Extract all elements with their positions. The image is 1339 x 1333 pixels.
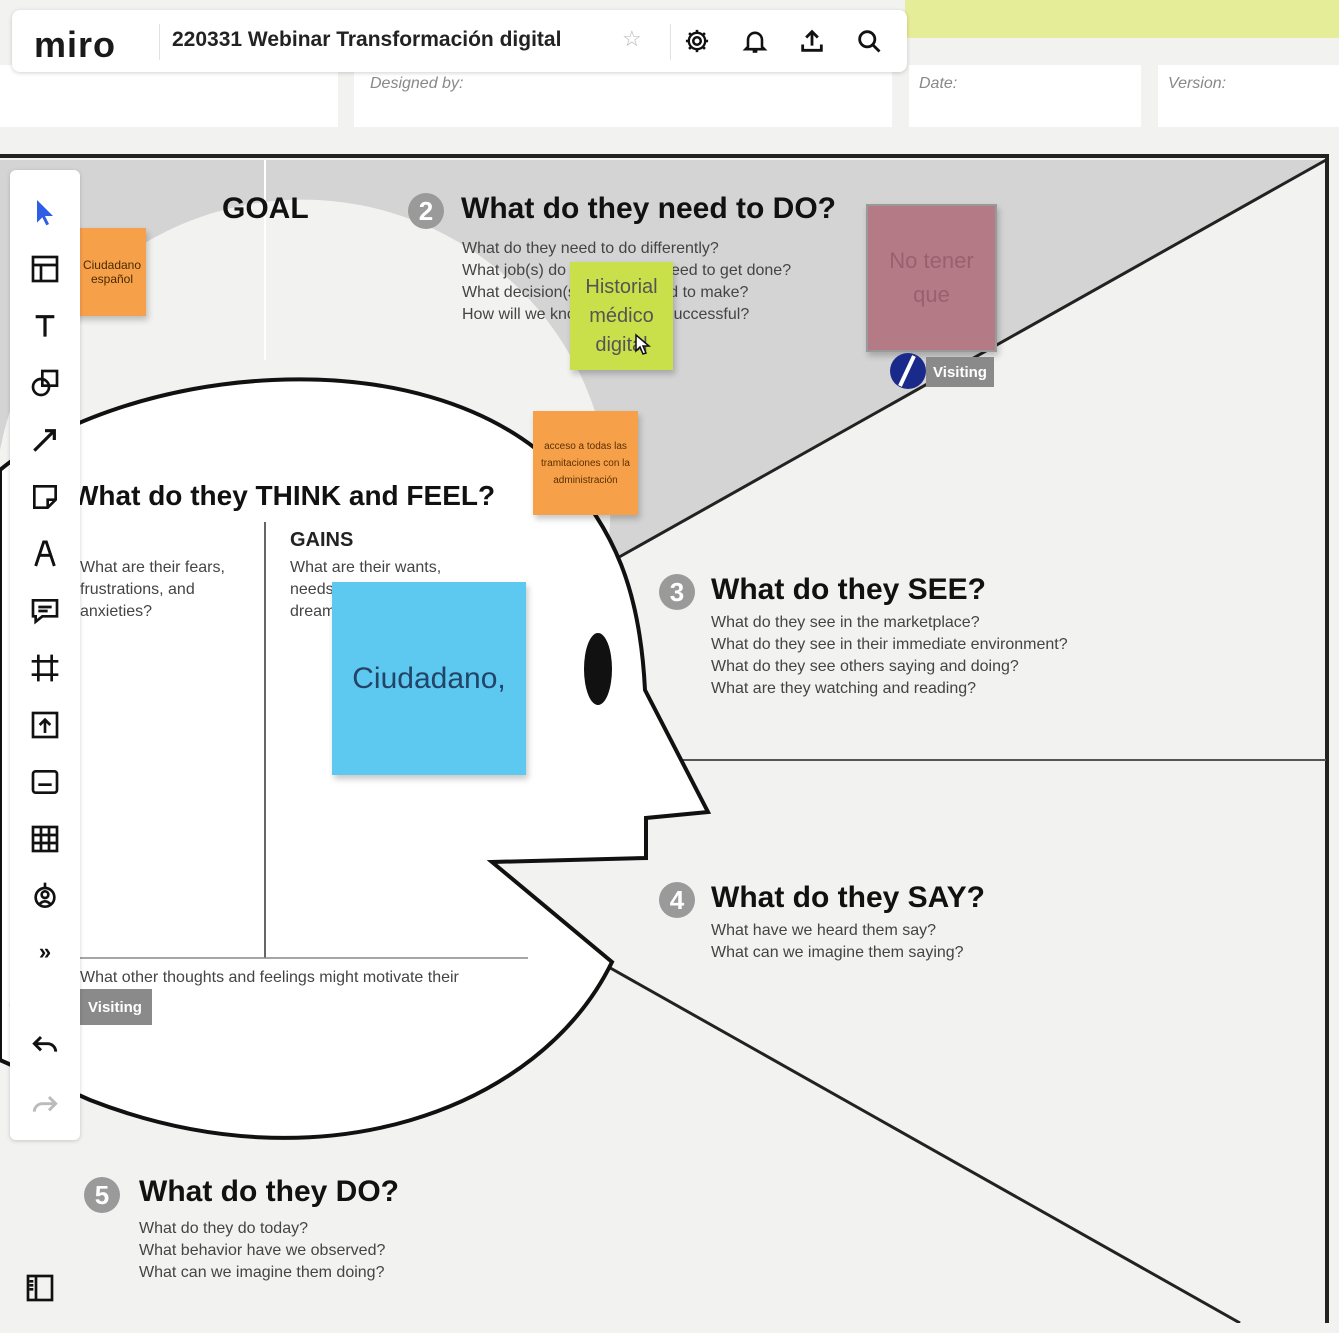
miro-logo[interactable]: miro bbox=[34, 24, 116, 66]
card-icon[interactable] bbox=[25, 762, 65, 802]
frame-icon[interactable] bbox=[25, 648, 65, 688]
sticky-note-green[interactable]: Historial médico digital bbox=[570, 262, 673, 370]
shapes-icon[interactable] bbox=[25, 363, 65, 403]
visiting-badge: Visiting bbox=[926, 357, 994, 387]
star-icon[interactable]: ☆ bbox=[622, 26, 642, 52]
visiting-badge: Visiting bbox=[78, 989, 152, 1025]
question-line: What do they see others saying and doing… bbox=[711, 658, 1019, 675]
upload-icon[interactable] bbox=[791, 20, 833, 62]
date-field[interactable]: Date: bbox=[909, 65, 1141, 127]
question-line: What have we heard them say? bbox=[711, 922, 937, 939]
more-icon[interactable]: » bbox=[25, 932, 65, 972]
question-line: What do they see in their immediate envi… bbox=[711, 636, 1068, 653]
sticky-note-orange[interactable]: Ciudadano español bbox=[70, 228, 146, 316]
version-field[interactable]: Version: bbox=[1158, 65, 1339, 127]
gains-title: GAINS bbox=[290, 529, 354, 551]
mind-map-icon[interactable] bbox=[25, 876, 65, 916]
sticky-note-maroon[interactable]: No tener que bbox=[866, 204, 997, 352]
mouse-cursor-icon bbox=[635, 333, 652, 355]
version-label: Version: bbox=[1168, 75, 1227, 92]
pains-text: What are their fears, frustrations, and … bbox=[80, 559, 225, 620]
table-icon[interactable] bbox=[25, 819, 65, 859]
background-strip bbox=[905, 0, 1339, 38]
designed-by-label: Designed by: bbox=[370, 75, 464, 92]
do-today-questions: What do they do today? What behavior hav… bbox=[139, 1218, 385, 1284]
think-feel-title: What do they THINK and FEEL? bbox=[72, 480, 496, 511]
redo-icon[interactable] bbox=[25, 1085, 65, 1125]
designed-by-field[interactable]: Designed by: bbox=[354, 65, 892, 127]
date-label: Date: bbox=[919, 75, 958, 92]
divider bbox=[670, 24, 671, 60]
say-title: What do they SAY? bbox=[711, 881, 985, 914]
question-line: What do they see in the marketplace? bbox=[711, 614, 980, 631]
select-icon[interactable] bbox=[25, 192, 65, 232]
section-number-badge: 3 bbox=[659, 574, 695, 610]
header-field-blank[interactable] bbox=[0, 65, 338, 127]
sidebar-panel-icon[interactable] bbox=[20, 1268, 60, 1308]
sticky-note-icon[interactable] bbox=[25, 477, 65, 517]
goal-title: GOAL bbox=[222, 192, 309, 225]
do-need-title: What do they need to DO? bbox=[461, 192, 836, 225]
see-questions: What do they see in the marketplace? Wha… bbox=[711, 612, 1068, 700]
bell-icon[interactable] bbox=[734, 20, 776, 62]
search-icon[interactable] bbox=[848, 20, 890, 62]
comment-icon[interactable] bbox=[25, 591, 65, 631]
say-questions: What have we heard them say? What can we… bbox=[711, 920, 964, 964]
sticky-note-blue[interactable]: Ciudadano, bbox=[332, 582, 526, 775]
sticky-note-orange-small[interactable]: acceso a todas las tramitaciones con la … bbox=[533, 411, 638, 515]
connector-icon[interactable] bbox=[25, 420, 65, 460]
text-icon[interactable] bbox=[25, 306, 65, 346]
pen-icon[interactable] bbox=[25, 534, 65, 574]
upload-icon[interactable] bbox=[25, 705, 65, 745]
question-line: What do they do today? bbox=[139, 1220, 308, 1237]
left-toolbar: » bbox=[10, 170, 80, 1140]
question-line: What are they watching and reading? bbox=[711, 680, 977, 697]
do-today-title: What do they DO? bbox=[139, 1175, 399, 1208]
settings-icon[interactable] bbox=[676, 20, 718, 62]
section-number-badge: 4 bbox=[659, 882, 695, 918]
collaborator-cursor: Visiting bbox=[886, 350, 996, 392]
template-icon[interactable] bbox=[25, 249, 65, 289]
question-line: What behavior have we observed? bbox=[139, 1242, 386, 1259]
section-number-badge: 5 bbox=[84, 1177, 120, 1213]
undo-icon[interactable] bbox=[25, 1025, 65, 1065]
question-line: What can we imagine them doing? bbox=[139, 1264, 385, 1281]
question-line: What do they need to do differently? bbox=[462, 240, 719, 257]
top-bar: miro 220331 Webinar Transformación digit… bbox=[12, 10, 907, 72]
see-title: What do they SEE? bbox=[711, 573, 987, 606]
question-line: What can we imagine them saying? bbox=[711, 944, 964, 961]
board-title[interactable]: 220331 Webinar Transformación digital bbox=[172, 28, 561, 52]
divider bbox=[159, 24, 160, 60]
section-number-badge: 2 bbox=[408, 193, 444, 229]
